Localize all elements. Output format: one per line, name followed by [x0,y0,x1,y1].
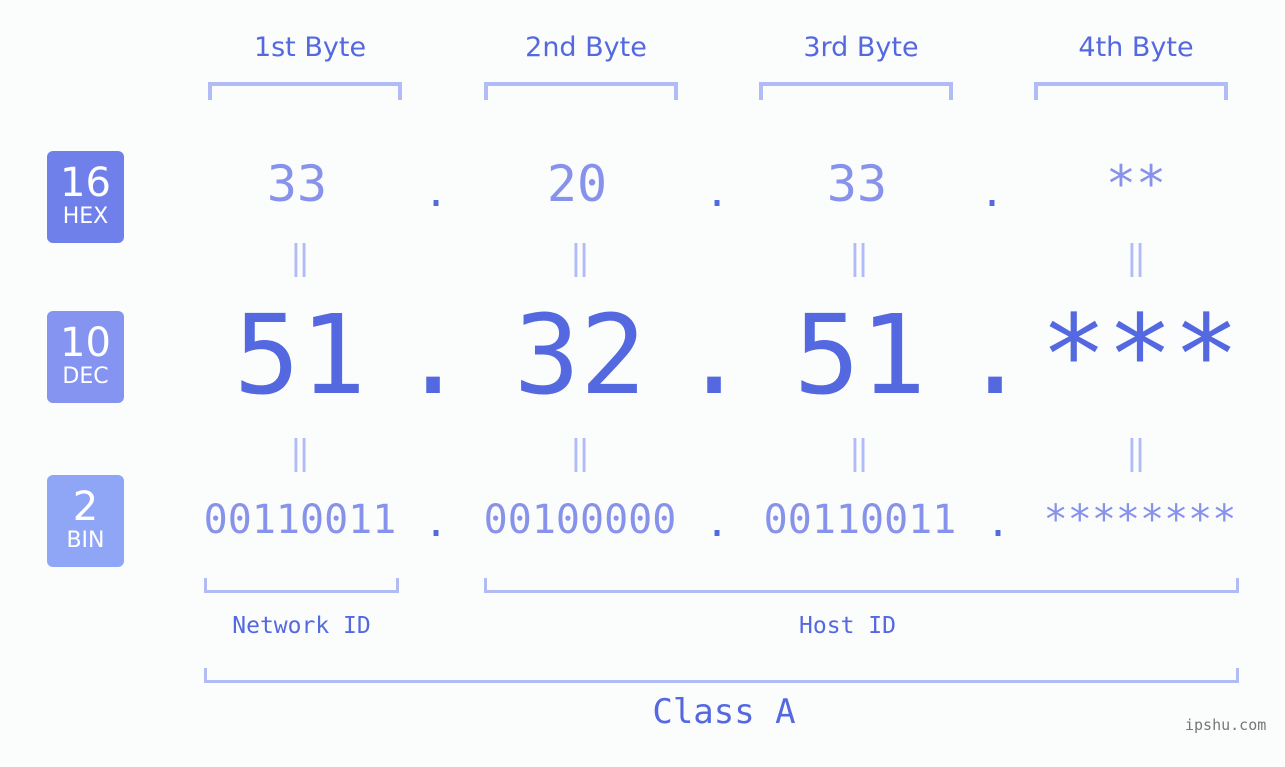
hex-byte-1: 33 [266,155,328,213]
bin-badge: 2 BIN [47,475,124,567]
equals-sign: ‖ [289,433,311,473]
equals-sign: ‖ [569,433,591,473]
host-id-bracket [484,578,1239,593]
dec-badge: 10 DEC [47,311,124,403]
equals-sign: ‖ [848,238,870,278]
dec-byte-2: 32 [513,291,647,419]
dec-byte-3: 51 [793,291,927,419]
dec-badge-number: 10 [60,320,111,366]
byte-bracket-3 [759,82,953,100]
hex-byte-2: 20 [546,155,608,213]
byte-header-2: 2nd Byte [525,32,647,63]
bin-badge-number: 2 [72,484,99,530]
equals-sign: ‖ [289,238,311,278]
watermark: ipshu.com [1185,716,1267,734]
bin-dot-3: . [986,500,1011,546]
dec-badge-label: DEC [62,364,109,389]
hex-byte-4: ** [1105,155,1167,213]
class-label: Class A [652,692,796,732]
byte-header-1: 1st Byte [253,32,367,63]
equals-sign: ‖ [569,238,591,278]
byte-bracket-4 [1034,82,1228,100]
bin-dot-1: . [424,500,449,546]
host-id-label: Host ID [799,613,896,639]
equals-sign: ‖ [1125,238,1147,278]
hex-badge-label: HEX [62,204,109,229]
hex-dot-1: . [424,170,449,216]
bin-dot-2: . [705,500,730,546]
network-id-bracket [204,578,399,593]
hex-badge-number: 16 [60,160,111,206]
dec-dot-2: . [681,291,748,419]
byte-bracket-1 [208,82,402,100]
bin-byte-3: 00110011 [763,497,957,543]
dec-byte-4: *** [1040,291,1240,419]
class-bracket [204,668,1239,683]
equals-sign: ‖ [848,433,870,473]
hex-dot-2: . [705,170,730,216]
network-id-label: Network ID [232,613,371,639]
hex-badge: 16 HEX [47,151,124,243]
byte-bracket-2 [484,82,678,100]
dec-dot-3: . [962,291,1029,419]
hex-dot-3: . [980,170,1005,216]
bin-byte-4: ******** [1043,497,1237,543]
bin-byte-2: 00100000 [483,497,677,543]
hex-byte-3: 33 [826,155,888,213]
bin-byte-1: 00110011 [203,497,397,543]
equals-sign: ‖ [1125,433,1147,473]
dec-dot-1: . [400,291,467,419]
byte-header-4: 4th Byte [1078,32,1194,63]
dec-byte-1: 51 [233,291,367,419]
bin-badge-label: BIN [66,528,105,553]
byte-header-3: 3rd Byte [803,32,919,63]
